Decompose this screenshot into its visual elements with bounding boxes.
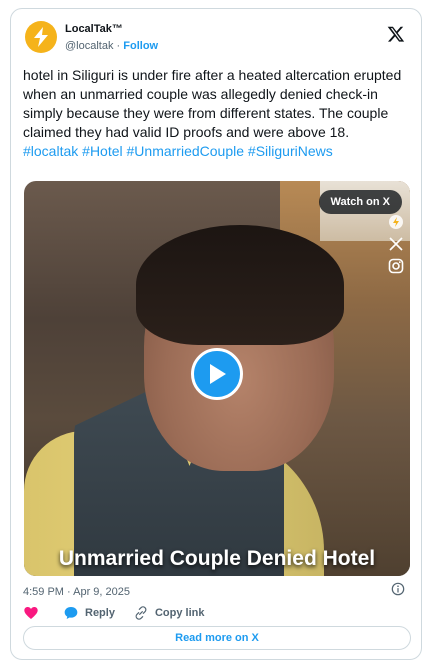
author-handle-row: @localtak · Follow [65, 38, 158, 54]
tweet-timestamp[interactable]: 4:59 PM · Apr 9, 2025 [23, 586, 130, 598]
author-names: LocalTak™ @localtak · Follow [65, 21, 158, 54]
reply-button[interactable]: Reply [63, 605, 115, 621]
tweet-text: hotel in Siliguri is under fire after a … [23, 67, 402, 140]
video-person-hair [136, 225, 344, 345]
copy-link-label: Copy link [154, 607, 205, 619]
reply-label: Reply [85, 607, 115, 619]
localtak-avatar[interactable] [25, 21, 57, 53]
embedded-tweet-card: LocalTak™ @localtak · Follow hotel in Si… [10, 8, 422, 660]
tweet-header: LocalTak™ @localtak · Follow [25, 21, 409, 61]
heart-icon [24, 607, 38, 619]
localtak-icon [388, 214, 404, 230]
play-button[interactable] [191, 348, 243, 400]
watch-on-x-button[interactable]: Watch on X [318, 190, 402, 214]
hashtag-link[interactable]: #SiliguriNews [248, 143, 333, 159]
video-media[interactable]: Watch on X Unmarried Couple Denied Hotel [24, 181, 410, 576]
read-more-button[interactable]: Read more on X [23, 626, 411, 650]
like-button[interactable] [23, 605, 45, 621]
handle-separator: · [116, 40, 121, 52]
hashtag-list: #localtak #Hotel #UnmarriedCouple #Silig… [23, 143, 333, 159]
hashtag-link[interactable]: #localtak [23, 143, 78, 159]
link-icon [135, 606, 147, 620]
x-logo-icon[interactable] [387, 25, 405, 43]
reply-bubble-icon [64, 607, 78, 619]
tweet-body: hotel in Siliguri is under fire after a … [23, 66, 415, 161]
x-icon [388, 236, 404, 252]
hashtag-link[interactable]: #UnmarriedCouple [127, 143, 245, 159]
lightning-icon [34, 27, 48, 47]
hashtag-link[interactable]: #Hotel [82, 143, 122, 159]
instagram-icon [388, 258, 404, 274]
follow-link[interactable]: Follow [123, 40, 158, 52]
video-overlay-icons [388, 214, 406, 280]
tweet-meta: 4:59 PM · Apr 9, 2025 [23, 582, 409, 598]
author-display-name[interactable]: LocalTak™ [65, 21, 158, 37]
play-icon [210, 364, 226, 384]
copy-link-button[interactable]: Copy link [133, 605, 205, 621]
tweet-actions: Reply Copy link [23, 604, 222, 622]
author-handle[interactable]: @localtak [65, 40, 113, 52]
video-caption: Unmarried Couple Denied Hotel [58, 547, 376, 570]
info-icon[interactable] [391, 582, 405, 596]
